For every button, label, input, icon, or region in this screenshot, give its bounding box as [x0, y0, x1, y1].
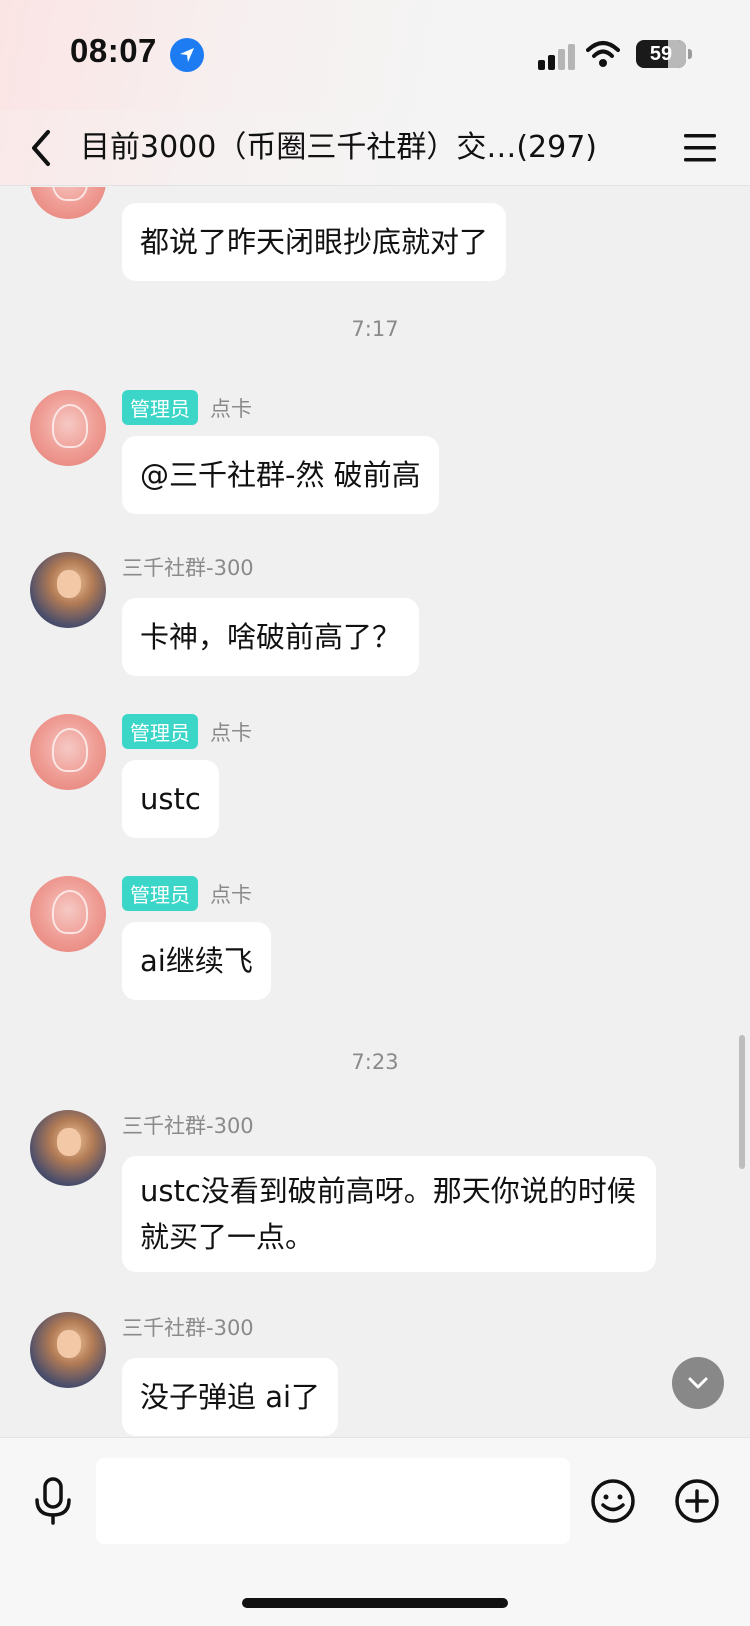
timestamp: 7:23	[351, 1050, 399, 1074]
battery-cap	[688, 49, 692, 59]
message-bubble[interactable]: 没子弹追 ai了	[122, 1358, 339, 1436]
message-bubble[interactable]: @三千社群-然 破前高	[122, 436, 439, 514]
emoji-icon[interactable]	[590, 1478, 636, 1524]
sender-name: 点卡	[210, 396, 252, 421]
status-bar: 08:07 59	[0, 0, 750, 110]
microphone-icon[interactable]	[30, 1476, 76, 1526]
avatar[interactable]	[30, 552, 106, 628]
sender-name: 三千社群-300	[122, 1316, 254, 1340]
avatar[interactable]	[30, 1312, 106, 1388]
battery-level: 59	[649, 42, 673, 65]
battery-icon: 59	[636, 40, 686, 68]
chat-title[interactable]: 目前3000（币圈三千社群）交…(297)	[80, 126, 597, 170]
sender-row: 管理员 点卡	[122, 876, 252, 911]
avatar[interactable]	[30, 390, 106, 466]
sender-name: 点卡	[210, 720, 252, 745]
message-bubble[interactable]: ustc没看到破前高呀。那天你说的时候就买了一点。	[122, 1156, 656, 1272]
scrollbar-thumb[interactable]	[739, 1035, 745, 1169]
sender-name: 三千社群-300	[122, 1114, 254, 1138]
sender-row: 三千社群-300	[122, 1312, 254, 1342]
admin-badge: 管理员	[122, 876, 198, 911]
sender-row: 三千社群-300	[122, 552, 254, 582]
chevron-left-icon[interactable]	[24, 126, 60, 170]
message-input[interactable]	[96, 1458, 570, 1544]
timestamp: 7:17	[351, 317, 399, 341]
input-bar	[0, 1437, 750, 1626]
admin-badge: 管理员	[122, 390, 198, 425]
avatar[interactable]	[30, 876, 106, 952]
message-bubble[interactable]: 都说了昨天闭眼抄底就对了	[122, 203, 507, 281]
sender-name: 点卡	[210, 882, 252, 907]
message-list[interactable]: 都说了昨天闭眼抄底就对了 7:17 管理员 点卡 @三千社群-然 破前高 三千社…	[0, 187, 750, 1437]
avatar[interactable]	[30, 714, 106, 790]
cellular-signal-icon	[538, 44, 575, 70]
plus-circle-icon[interactable]	[674, 1478, 720, 1524]
message-bubble[interactable]: 卡神，啥破前高了？	[122, 598, 420, 676]
sender-name: 三千社群-300	[122, 556, 254, 580]
admin-badge: 管理员	[122, 714, 198, 749]
location-arrow-icon	[170, 38, 204, 72]
sender-row: 三千社群-300	[122, 1110, 254, 1140]
scroll-to-bottom-button[interactable]	[672, 1357, 724, 1409]
chevron-down-icon	[688, 1377, 708, 1389]
sender-row: 管理员 点卡	[122, 390, 252, 425]
wifi-icon	[586, 41, 620, 67]
chat-header: 目前3000（币圈三千社群）交…(297)	[0, 110, 750, 186]
message-bubble[interactable]: ai继续飞	[122, 922, 271, 1000]
avatar[interactable]	[30, 187, 106, 219]
avatar[interactable]	[30, 1110, 106, 1186]
status-time: 08:07	[70, 32, 157, 69]
home-indicator	[242, 1598, 508, 1608]
sender-row: 管理员 点卡	[122, 714, 252, 749]
message-bubble[interactable]: ustc	[122, 760, 219, 838]
hamburger-menu-icon[interactable]	[682, 128, 718, 168]
